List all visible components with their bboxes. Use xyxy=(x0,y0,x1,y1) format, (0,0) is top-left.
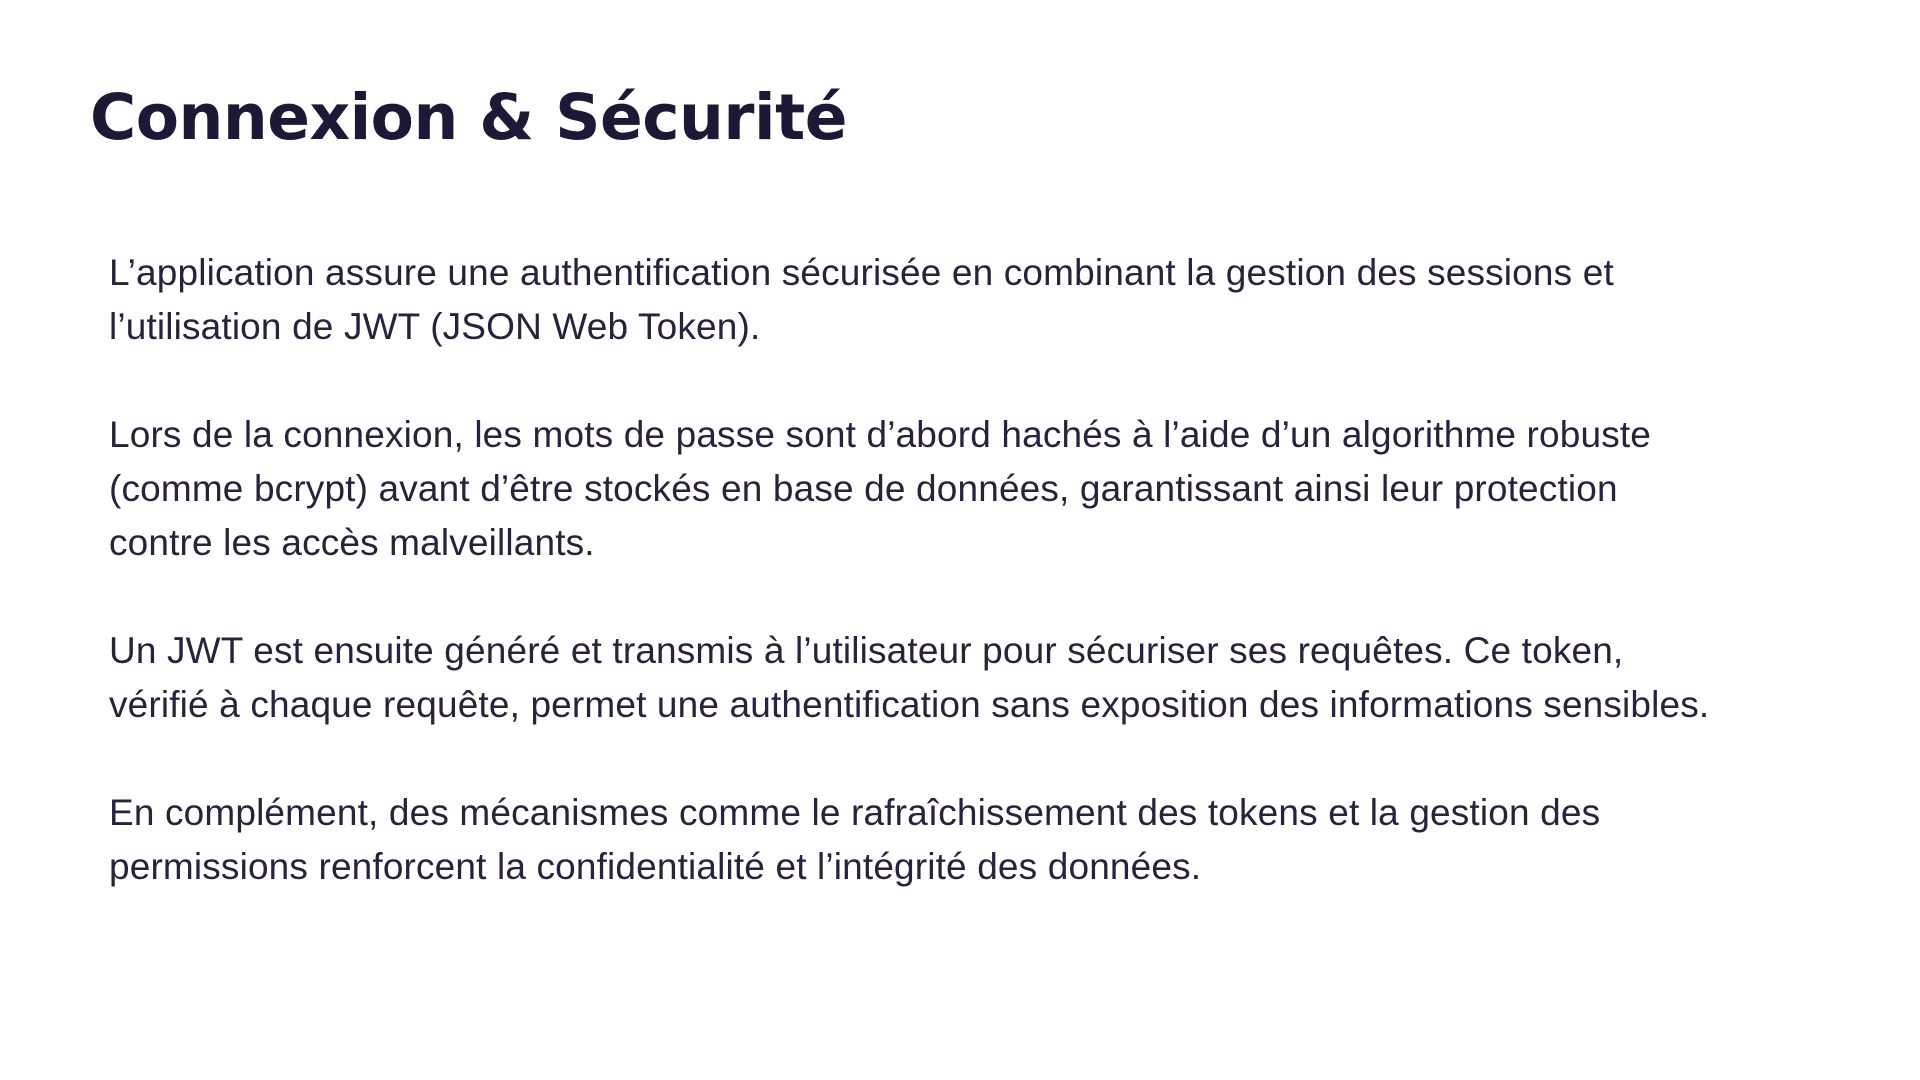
paragraph-line: Lors de la connexion, les mots de passe … xyxy=(109,414,1652,455)
paragraph-line: permissions renforcent la confidentialit… xyxy=(109,846,1202,887)
slide-body: L’application assure une authentificatio… xyxy=(109,246,1889,948)
paragraph-line: Un JWT est ensuite généré et transmis à … xyxy=(109,630,1624,671)
paragraph-line: contre les accès malveillants. xyxy=(109,522,595,563)
paragraph-password-hashing: Lors de la connexion, les mots de passe … xyxy=(109,408,1889,570)
paragraph-line: vérifié à chaque requête, permet une aut… xyxy=(109,684,1710,725)
paragraph-token-refresh: En complément, des mécanismes comme le r… xyxy=(109,786,1889,894)
paragraph-line: (comme bcrypt) avant d’être stockés en b… xyxy=(109,468,1618,509)
paragraph-jwt-generation: Un JWT est ensuite généré et transmis à … xyxy=(109,624,1889,732)
slide-title: Connexion & Sécurité xyxy=(90,81,847,154)
slide: Connexion & Sécurité L’application assur… xyxy=(0,0,1920,1080)
paragraph-line: En complément, des mécanismes comme le r… xyxy=(109,792,1601,833)
paragraph-authentication-intro: L’application assure une authentificatio… xyxy=(109,246,1889,354)
paragraph-line: l’utilisation de JWT (JSON Web Token). xyxy=(109,306,761,347)
paragraph-line: L’application assure une authentificatio… xyxy=(109,252,1614,293)
